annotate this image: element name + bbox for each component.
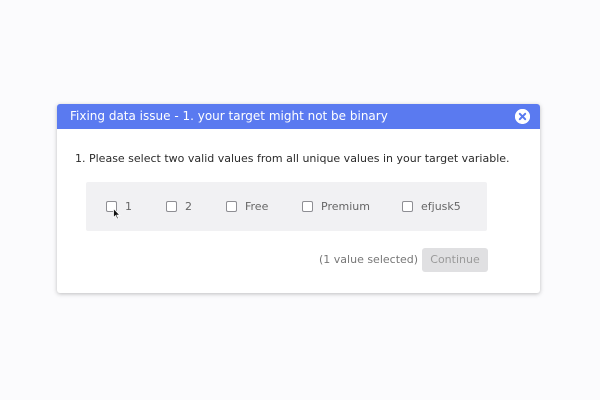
option-efjusk5[interactable]: efjusk5 [402, 200, 461, 213]
option-efjusk5-label: efjusk5 [421, 200, 461, 213]
option-premium-label: Premium [321, 200, 370, 213]
option-free-label: Free [245, 200, 269, 213]
question-prompt: 1. Please select two valid values from a… [75, 152, 510, 165]
page: Fixing data issue - 1. your target might… [0, 0, 600, 400]
option-1-checkbox[interactable] [106, 201, 117, 212]
option-2-label: 2 [185, 200, 192, 213]
option-1[interactable]: 1 [106, 200, 132, 213]
option-2[interactable]: 2 [166, 200, 192, 213]
dialog-title: Fixing data issue - 1. your target might… [70, 109, 388, 123]
dialog-header: Fixing data issue - 1. your target might… [57, 104, 540, 129]
option-1-label: 1 [125, 200, 132, 213]
option-free-checkbox[interactable] [226, 201, 237, 212]
option-free[interactable]: Free [226, 200, 268, 213]
option-efjusk5-checkbox[interactable] [402, 201, 413, 212]
fix-data-issue-dialog: Fixing data issue - 1. your target might… [57, 104, 540, 293]
selection-status: (1 value selected) [319, 253, 419, 266]
continue-button[interactable]: Continue [422, 248, 488, 272]
option-2-checkbox[interactable] [166, 201, 177, 212]
option-premium-checkbox[interactable] [302, 201, 313, 212]
close-button[interactable] [515, 109, 530, 124]
close-icon [515, 109, 530, 124]
unique-values-options: 1 2 Free Premium efjusk5 [86, 182, 487, 231]
option-premium[interactable]: Premium [302, 200, 370, 213]
